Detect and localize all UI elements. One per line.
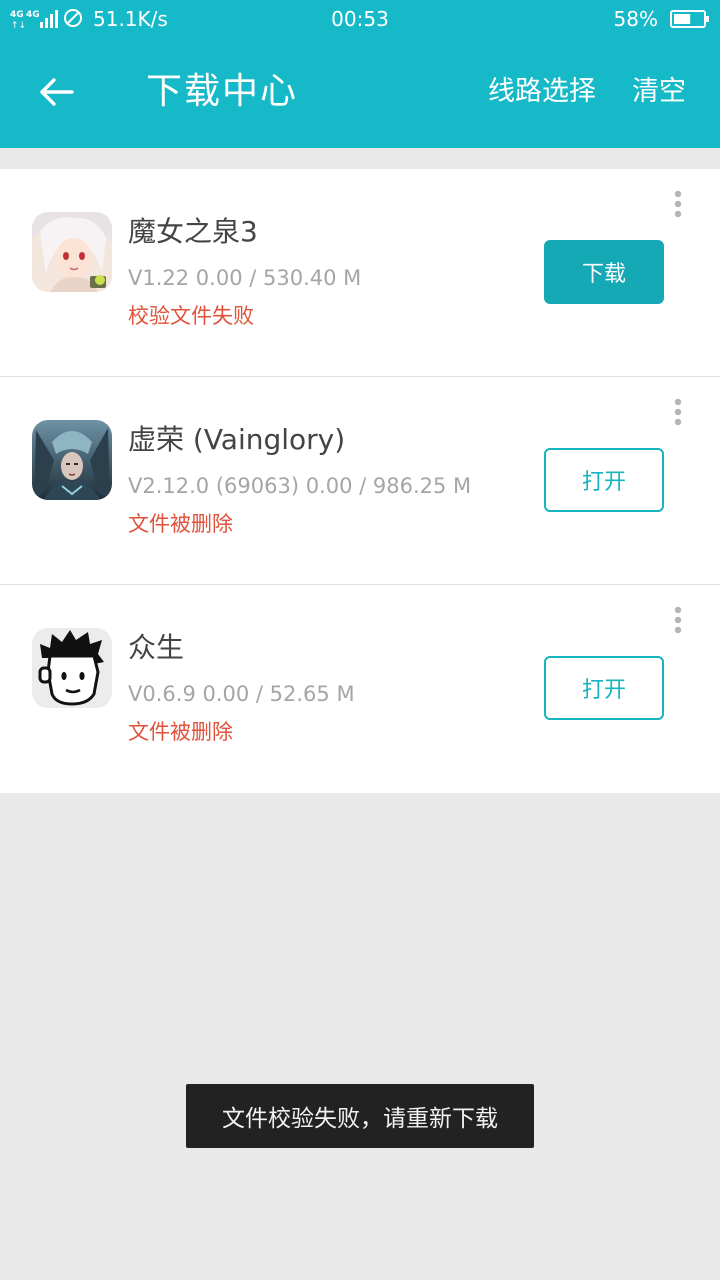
route-select-button[interactable]: 线路选择: [488, 72, 596, 112]
status-bar: 4G 4G ↑↓ 51.1K/s 00:53 58%: [0, 0, 720, 38]
app-name: 魔女之泉3: [128, 215, 258, 248]
app-icon-witch-spring[interactable]: [32, 212, 112, 292]
back-button[interactable]: [26, 62, 86, 122]
clear-button[interactable]: 清空: [632, 72, 686, 112]
more-options-icon[interactable]: [664, 397, 692, 429]
battery-percent: 58%: [613, 7, 658, 31]
app-header: 4G 4G ↑↓ 51.1K/s 00:53 58% 下载中心 线路选择 清空: [0, 0, 720, 148]
do-not-disturb-icon: [64, 9, 82, 27]
svg-text:↑↓: ↑↓: [11, 21, 26, 30]
arrow-left-icon: [40, 78, 74, 106]
toast-message: 文件校验失败，请重新下载: [186, 1084, 534, 1148]
open-button[interactable]: 打开: [544, 656, 664, 720]
download-status: 文件被删除: [128, 720, 233, 744]
svg-text:4G: 4G: [10, 10, 24, 20]
clock: 00:53: [331, 7, 389, 31]
signal-icon: 4G 4G ↑↓: [10, 10, 58, 30]
download-item: 虚荣 (Vainglory) V2.12.0 (69063) 0.00 / 98…: [0, 377, 720, 585]
download-list: 魔女之泉3 V1.22 0.00 / 530.40 M 校验文件失败 下载 虚荣…: [0, 169, 720, 793]
download-button[interactable]: 下载: [544, 240, 664, 304]
app-name: 众生: [128, 631, 185, 664]
svg-text:4G: 4G: [26, 10, 40, 20]
download-item: 众生 V0.6.9 0.00 / 52.65 M 文件被删除 打开: [0, 585, 720, 793]
battery-icon: [670, 10, 709, 28]
app-icon-zhongsheng[interactable]: [32, 628, 112, 708]
download-status: 校验文件失败: [128, 304, 254, 328]
app-version-size: V1.22 0.00 / 530.40 M: [128, 266, 362, 290]
app-version-size: V2.12.0 (69063) 0.00 / 986.25 M: [128, 474, 472, 498]
app-version-size: V0.6.9 0.00 / 52.65 M: [128, 682, 355, 706]
app-icon-vainglory[interactable]: [32, 420, 112, 500]
more-options-icon[interactable]: [664, 605, 692, 637]
network-speed: 51.1K/s: [93, 7, 168, 31]
open-button[interactable]: 打开: [544, 448, 664, 512]
page-title: 下载中心: [146, 71, 299, 112]
more-options-icon[interactable]: [664, 189, 692, 221]
download-status: 文件被删除: [128, 512, 233, 536]
app-name: 虚荣 (Vainglory): [128, 423, 346, 456]
download-item: 魔女之泉3 V1.22 0.00 / 530.40 M 校验文件失败 下载: [0, 169, 720, 377]
